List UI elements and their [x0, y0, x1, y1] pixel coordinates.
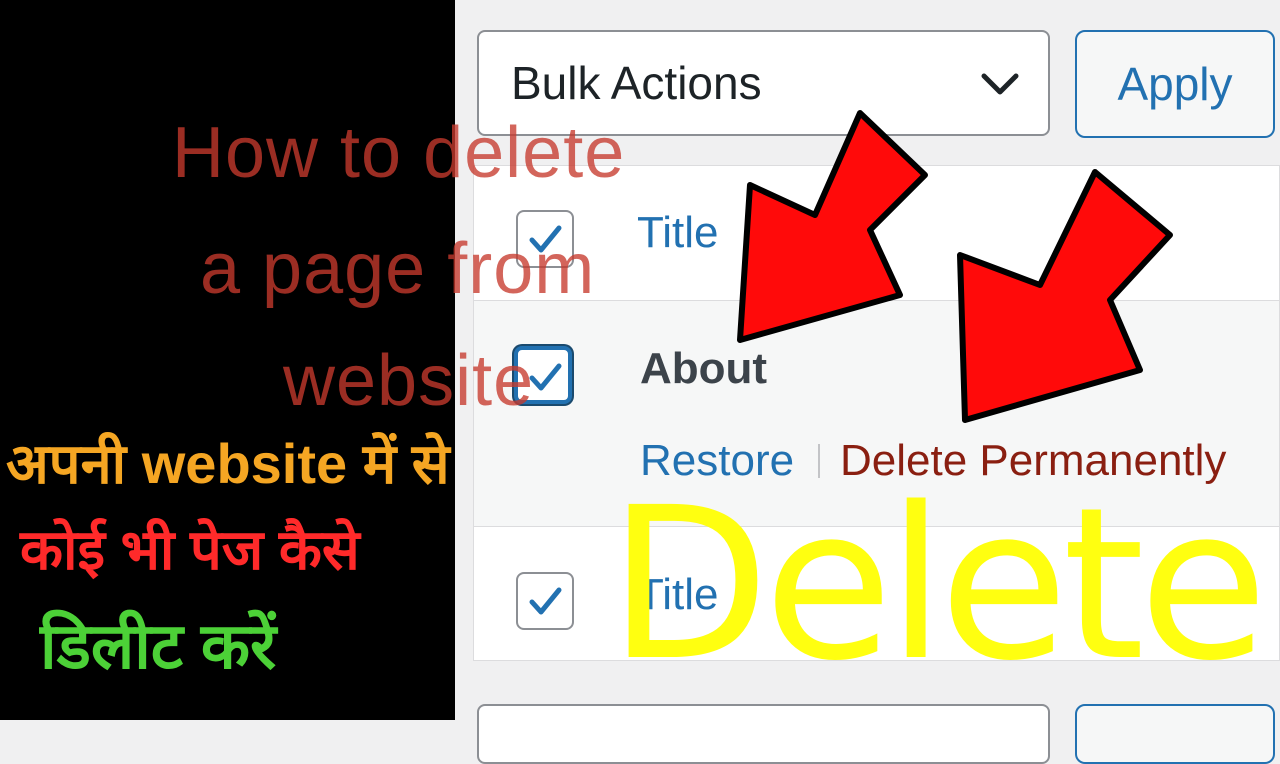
- apply-button[interactable]: Apply: [1075, 30, 1275, 138]
- overlay-title-line-1: How to delete: [172, 113, 626, 193]
- bulk-actions-select-bottom[interactable]: [477, 704, 1050, 764]
- overlay-title-line-2: a page from: [200, 229, 596, 309]
- chevron-down-icon: [981, 73, 1019, 95]
- red-arrow-icon: [737, 110, 928, 343]
- select-all-checkbox-footer[interactable]: [516, 572, 574, 630]
- hindi-line-2: कोई भी पेज कैसे: [20, 518, 360, 581]
- big-delete-overlay: Delete: [608, 462, 1268, 707]
- column-header-title[interactable]: Title: [637, 208, 719, 258]
- apply-button-bottom[interactable]: [1075, 704, 1275, 764]
- red-arrow-icon: [957, 169, 1173, 423]
- hindi-line-3: डिलीट करें: [40, 610, 277, 682]
- hindi-line-1: अपनी website में से: [6, 432, 450, 495]
- overlay-title-line-3: website: [283, 341, 535, 421]
- checkmark-icon: [529, 587, 562, 615]
